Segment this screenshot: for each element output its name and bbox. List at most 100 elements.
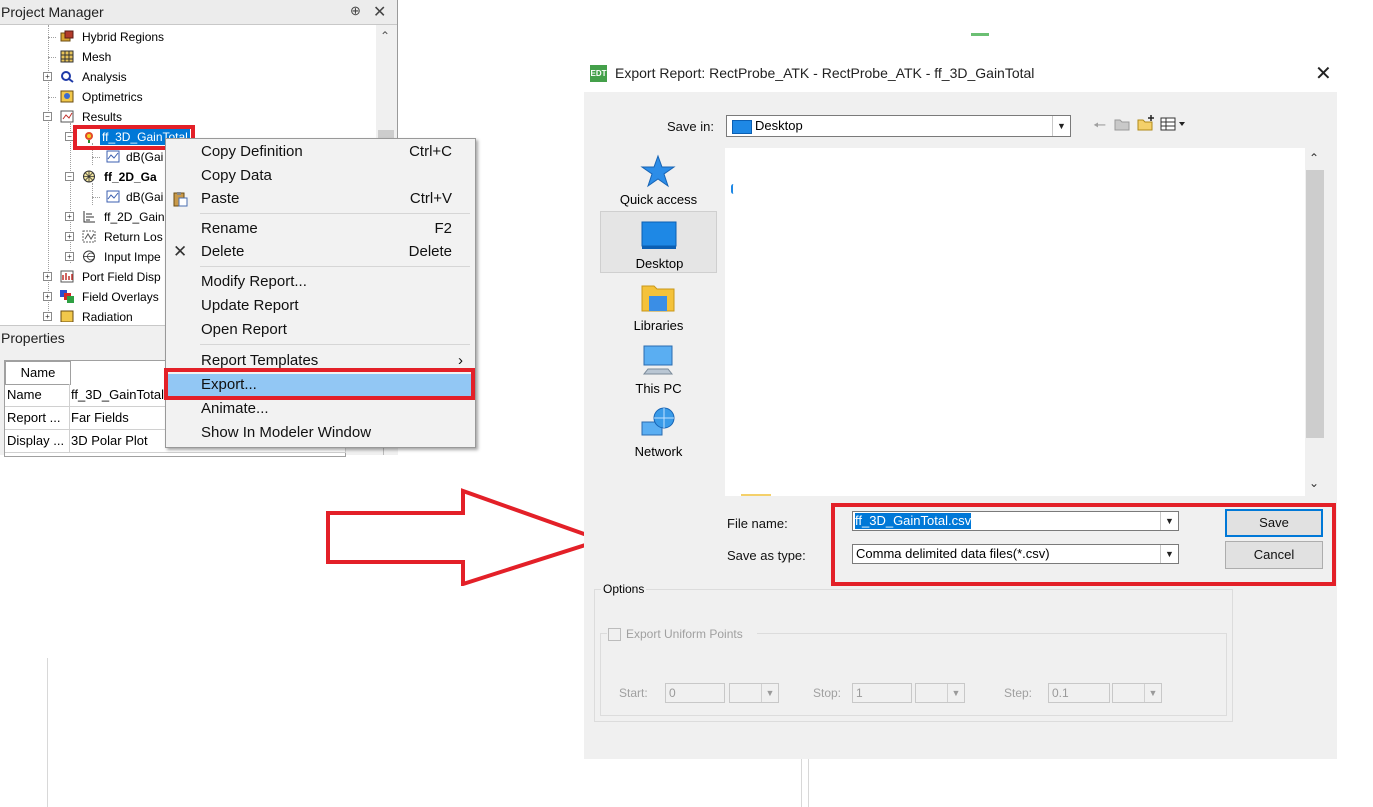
radiation-pattern-icon	[83, 170, 95, 183]
stop-label: Stop:	[813, 686, 842, 700]
chevron-down-icon: ▼	[761, 684, 778, 702]
place-network[interactable]: Network	[600, 400, 717, 462]
collapse-icon[interactable]: −	[43, 112, 52, 121]
close-icon[interactable]: ✕	[373, 2, 386, 22]
file-list-scrollbar[interactable]: ⌃ ⌄	[1305, 148, 1325, 496]
expand-icon[interactable]: +	[65, 212, 74, 221]
trace-icon	[106, 190, 120, 203]
menu-item-show-in-modeler-window[interactable]: Show In Modeler Window	[166, 422, 475, 444]
export-uniform-points-label: Export Uniform Points	[626, 627, 743, 641]
back-icon[interactable]: 🠔	[1093, 115, 1106, 140]
optimetrics-icon	[60, 90, 74, 103]
computer-icon	[642, 345, 674, 375]
hybrid-regions-icon	[60, 30, 74, 42]
save-in-label: Save in:	[667, 119, 714, 134]
stop-input[interactable]: 1	[852, 683, 912, 703]
highlight-box-save-controls	[831, 503, 1336, 586]
property-name: Name	[5, 384, 70, 407]
uniform-points-group	[600, 633, 1227, 716]
places-bar: Quick access Desktop Libraries This PC N…	[600, 148, 717, 473]
scroll-up-icon[interactable]: ⌃	[1309, 151, 1319, 165]
save-as-type-label: Save as type:	[727, 548, 806, 563]
chevron-down-icon: ▼	[1144, 684, 1161, 702]
menu-item-copy-data[interactable]: Copy Data	[166, 165, 475, 187]
scroll-up-icon[interactable]: ⌃	[380, 29, 390, 43]
results-icon	[60, 110, 74, 123]
menu-item-delete[interactable]: ✕ Delete Delete	[166, 241, 475, 263]
menu-item-copy-definition[interactable]: Copy Definition Ctrl+C	[166, 141, 475, 163]
file-item-fragment	[731, 184, 736, 194]
property-name: Report ...	[5, 407, 70, 430]
chevron-down-icon: ▼	[947, 684, 964, 702]
options-group-title: Options	[601, 582, 647, 596]
project-manager-title: Project Manager	[1, 4, 104, 20]
menu-item-open-report[interactable]: Open Report	[166, 319, 475, 341]
start-input[interactable]: 0	[665, 683, 725, 703]
expand-icon[interactable]: +	[43, 272, 52, 281]
chevron-down-icon: ▼	[1052, 116, 1070, 136]
expand-icon[interactable]: +	[65, 232, 74, 241]
star-icon	[640, 154, 676, 188]
menu-separator	[200, 344, 470, 345]
background-divider	[47, 658, 48, 807]
file-name-label: File name:	[727, 516, 788, 531]
menu-separator	[200, 213, 470, 214]
file-list[interactable]	[725, 148, 1325, 496]
highlight-box-export	[164, 368, 475, 400]
save-in-dropdown[interactable]: Desktop ▼	[726, 115, 1071, 137]
paste-icon	[173, 192, 188, 207]
libraries-icon	[641, 285, 675, 312]
step-unit-dropdown[interactable]: ▼	[1112, 683, 1162, 703]
desktop-icon	[732, 120, 752, 134]
properties-title: Properties	[1, 330, 65, 346]
analysis-icon	[61, 71, 74, 83]
export-uniform-points-checkbox[interactable]	[608, 628, 621, 641]
view-menu-icon[interactable]	[1160, 116, 1188, 132]
expand-icon[interactable]: +	[43, 312, 52, 321]
dialog-title: Export Report: RectProbe_ATK - RectProbe…	[615, 65, 1035, 81]
smith-chart-icon	[83, 250, 95, 263]
properties-header-name[interactable]: Name	[5, 361, 71, 385]
dialog-titlebar: EDT Export Report: RectProbe_ATK - RectP…	[584, 56, 1337, 92]
background-divider	[808, 759, 809, 807]
collapse-icon[interactable]: −	[65, 172, 74, 181]
background-mark	[971, 33, 989, 36]
context-menu: Copy Definition Ctrl+C Copy Data Paste C…	[165, 138, 476, 448]
menu-item-modify-report[interactable]: Modify Report...	[166, 271, 475, 293]
trace-icon	[106, 150, 120, 163]
expand-icon[interactable]: +	[43, 292, 52, 301]
app-icon: EDT	[590, 65, 607, 82]
rectangular-plot-icon	[83, 211, 95, 223]
scrollbar-thumb[interactable]	[1306, 170, 1324, 438]
menu-item-update-report[interactable]: Update Report	[166, 295, 475, 317]
expand-icon[interactable]: +	[65, 252, 74, 261]
place-this-pc[interactable]: This PC	[600, 337, 717, 399]
network-icon	[641, 407, 675, 436]
place-desktop[interactable]: Desktop	[600, 211, 717, 273]
start-unit-dropdown[interactable]: ▼	[729, 683, 779, 703]
folder-item-fragment	[741, 494, 771, 496]
step-input[interactable]: 0.1	[1048, 683, 1110, 703]
start-label: Start:	[619, 686, 648, 700]
project-manager-titlebar: Project Manager ⊕ ✕	[0, 0, 397, 25]
arrow-annotation	[326, 488, 608, 586]
close-icon[interactable]: ✕	[1315, 61, 1332, 86]
scroll-down-icon[interactable]: ⌄	[1309, 476, 1319, 490]
expand-icon[interactable]: +	[43, 72, 52, 81]
delete-icon: ✕	[173, 242, 188, 261]
step-label: Step:	[1004, 686, 1033, 700]
pin-icon[interactable]: ⊕	[350, 3, 361, 19]
radiation-icon	[60, 310, 74, 322]
place-quick-access[interactable]: Quick access	[600, 148, 717, 210]
return-loss-icon	[82, 230, 96, 243]
menu-item-paste[interactable]: Paste Ctrl+V	[166, 188, 475, 210]
background-divider	[801, 759, 802, 807]
property-name: Display ...	[5, 430, 70, 453]
menu-separator	[200, 266, 470, 267]
new-folder-icon[interactable]	[1137, 114, 1156, 132]
place-libraries[interactable]: Libraries	[600, 274, 717, 336]
up-folder-icon[interactable]	[1114, 116, 1131, 132]
menu-item-animate[interactable]: Animate...	[166, 398, 475, 420]
stop-unit-dropdown[interactable]: ▼	[915, 683, 965, 703]
menu-item-rename[interactable]: Rename F2	[166, 218, 475, 240]
